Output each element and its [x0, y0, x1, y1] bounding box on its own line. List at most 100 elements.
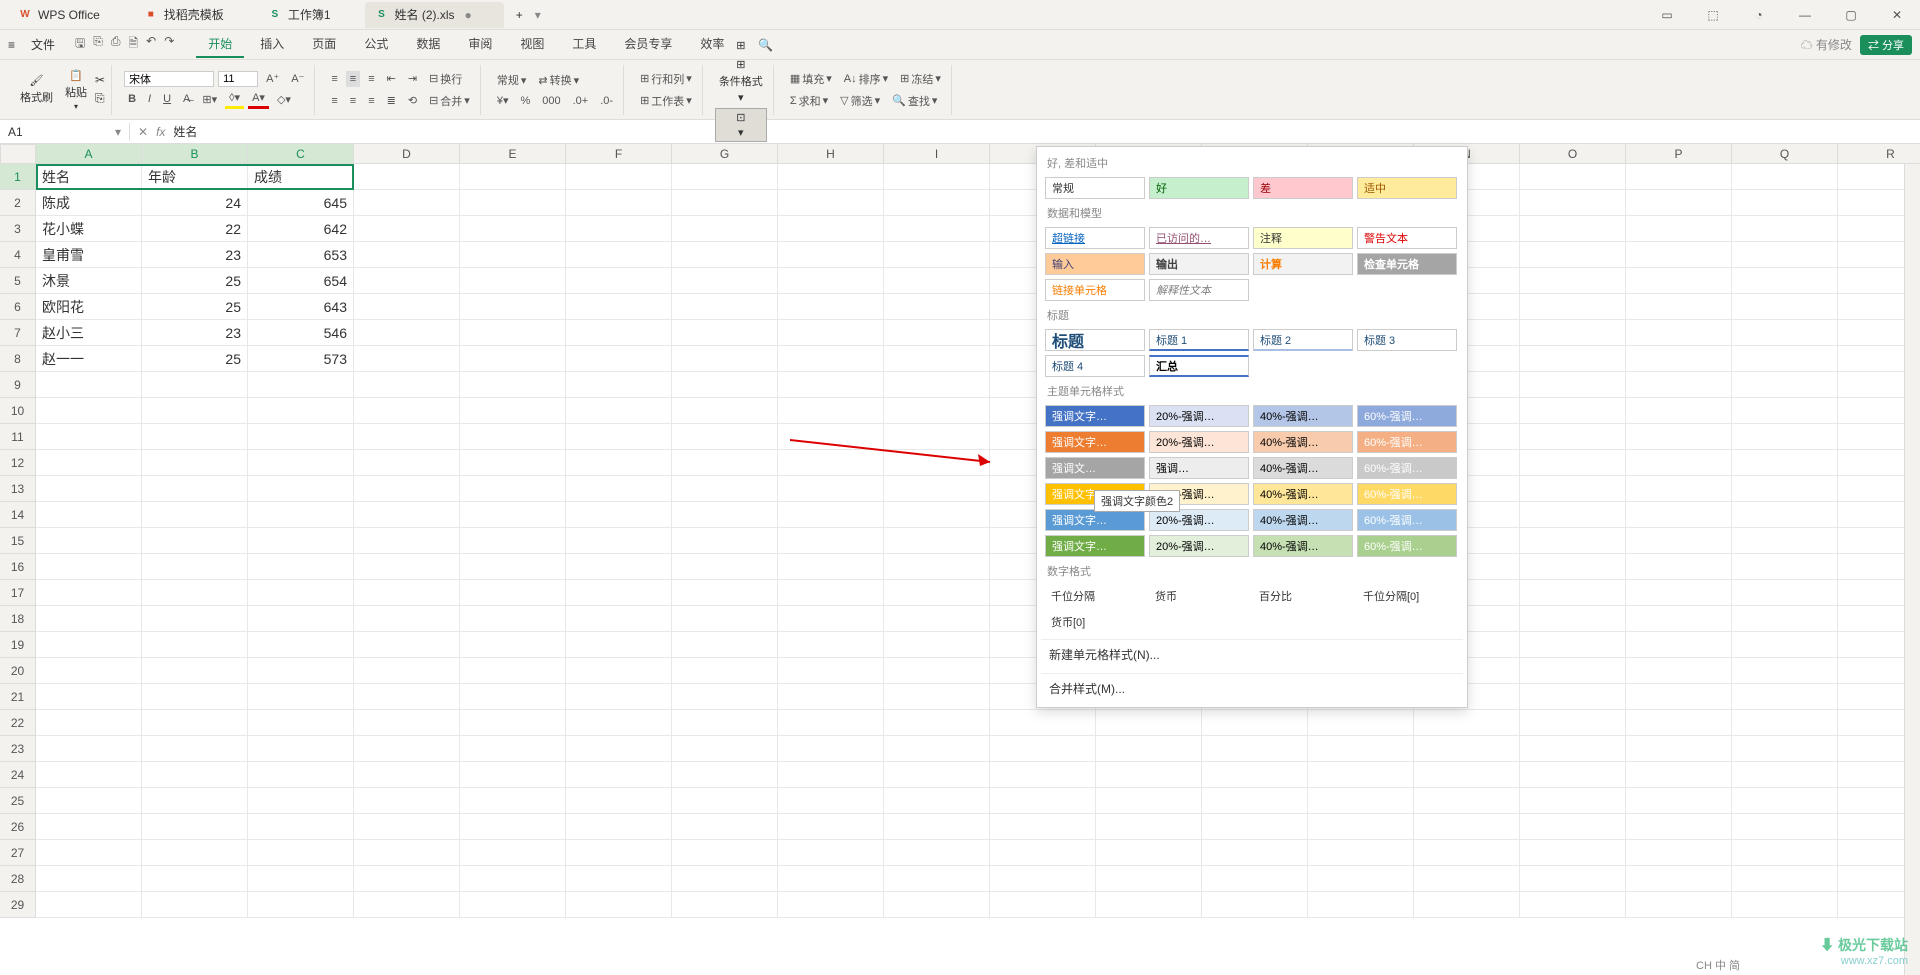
cell[interactable] — [566, 346, 672, 372]
cell[interactable] — [460, 840, 566, 866]
row-header[interactable]: 2 — [0, 190, 36, 216]
cell[interactable] — [36, 476, 142, 502]
cell[interactable] — [36, 424, 142, 450]
cell[interactable]: 25 — [142, 346, 248, 372]
cell[interactable] — [354, 554, 460, 580]
cell[interactable] — [1626, 398, 1732, 424]
style-preset[interactable]: 20%-强调… — [1149, 405, 1249, 427]
cell[interactable] — [778, 892, 884, 918]
print-preview-icon[interactable]: 🗎 — [128, 34, 138, 55]
cell[interactable] — [1520, 762, 1626, 788]
fill-color-icon[interactable]: ◊▾ — [225, 89, 244, 109]
cell[interactable] — [354, 398, 460, 424]
cell[interactable] — [1414, 814, 1520, 840]
cell[interactable] — [566, 450, 672, 476]
fill-button[interactable]: ▦ 填充▾ — [786, 69, 836, 89]
cell[interactable] — [884, 164, 990, 190]
cell[interactable]: 姓名 — [36, 164, 142, 190]
cell[interactable] — [672, 398, 778, 424]
cell[interactable] — [1520, 892, 1626, 918]
align-bottom-icon[interactable]: ≡ — [364, 71, 378, 87]
cell[interactable] — [460, 814, 566, 840]
cell[interactable] — [460, 502, 566, 528]
cell[interactable] — [566, 476, 672, 502]
cell[interactable] — [1626, 450, 1732, 476]
cell[interactable] — [1308, 814, 1414, 840]
cell[interactable] — [36, 528, 142, 554]
cell[interactable] — [460, 268, 566, 294]
cell[interactable] — [778, 580, 884, 606]
cell[interactable] — [1626, 762, 1732, 788]
cell[interactable] — [566, 684, 672, 710]
cell[interactable] — [1308, 840, 1414, 866]
cell[interactable] — [1626, 424, 1732, 450]
export-icon[interactable]: ⎘ — [93, 34, 103, 55]
cell[interactable] — [672, 346, 778, 372]
cell[interactable] — [672, 216, 778, 242]
cell[interactable] — [36, 580, 142, 606]
cell[interactable] — [566, 294, 672, 320]
cell[interactable] — [460, 580, 566, 606]
cell[interactable] — [990, 762, 1096, 788]
cell[interactable] — [1626, 788, 1732, 814]
cell[interactable] — [1520, 580, 1626, 606]
cell[interactable]: 24 — [142, 190, 248, 216]
cell[interactable] — [778, 320, 884, 346]
save-icon[interactable]: 🖫 — [75, 34, 85, 55]
cell[interactable] — [460, 632, 566, 658]
cell[interactable] — [248, 502, 354, 528]
style-preset[interactable]: 货币 — [1149, 585, 1249, 607]
cell[interactable] — [884, 554, 990, 580]
comma-icon[interactable]: 000 — [538, 93, 564, 109]
cell[interactable] — [884, 814, 990, 840]
ribbon-tab[interactable]: 数据 — [404, 31, 452, 58]
cell[interactable] — [1520, 502, 1626, 528]
row-header[interactable]: 14 — [0, 502, 36, 528]
document-tab[interactable]: S工作簿1 — [258, 2, 363, 28]
cell[interactable] — [1202, 840, 1308, 866]
cell[interactable] — [672, 814, 778, 840]
cell[interactable] — [778, 268, 884, 294]
cell[interactable] — [354, 164, 460, 190]
cell[interactable] — [990, 892, 1096, 918]
cell[interactable] — [884, 762, 990, 788]
cell[interactable] — [1414, 710, 1520, 736]
cell[interactable] — [1414, 892, 1520, 918]
cell[interactable] — [1732, 346, 1838, 372]
cell[interactable] — [884, 320, 990, 346]
cell[interactable] — [884, 476, 990, 502]
cell[interactable] — [460, 606, 566, 632]
cell[interactable]: 赵小三 — [36, 320, 142, 346]
wrap-text-button[interactable]: ⊟ 换行 — [425, 69, 466, 89]
style-preset[interactable]: 60%-强调… — [1357, 457, 1457, 479]
column-header[interactable]: H — [778, 144, 884, 164]
cell[interactable] — [248, 372, 354, 398]
cell[interactable] — [36, 632, 142, 658]
row-header[interactable]: 7 — [0, 320, 36, 346]
style-preset[interactable]: 检查单元格 — [1357, 253, 1457, 275]
cell[interactable] — [884, 450, 990, 476]
filter-button[interactable]: ▽ 筛选▾ — [836, 91, 884, 111]
cell[interactable] — [36, 554, 142, 580]
cell[interactable] — [1520, 164, 1626, 190]
cell[interactable] — [460, 892, 566, 918]
cell[interactable] — [1520, 294, 1626, 320]
cell[interactable] — [672, 190, 778, 216]
cell[interactable] — [1520, 216, 1626, 242]
style-preset[interactable]: 常规 — [1045, 177, 1145, 199]
cell[interactable] — [142, 762, 248, 788]
cell[interactable] — [1096, 762, 1202, 788]
cell[interactable] — [36, 398, 142, 424]
ribbon-tab[interactable]: 公式 — [352, 31, 400, 58]
cell[interactable] — [1520, 476, 1626, 502]
cell[interactable] — [354, 736, 460, 762]
cell[interactable] — [1732, 216, 1838, 242]
column-header[interactable]: B — [142, 144, 248, 164]
cell[interactable] — [354, 346, 460, 372]
cell[interactable] — [354, 788, 460, 814]
cell[interactable] — [1202, 892, 1308, 918]
cell[interactable] — [1626, 736, 1732, 762]
align-middle-icon[interactable]: ≡ — [346, 71, 360, 87]
cell[interactable] — [884, 242, 990, 268]
cell[interactable] — [354, 242, 460, 268]
